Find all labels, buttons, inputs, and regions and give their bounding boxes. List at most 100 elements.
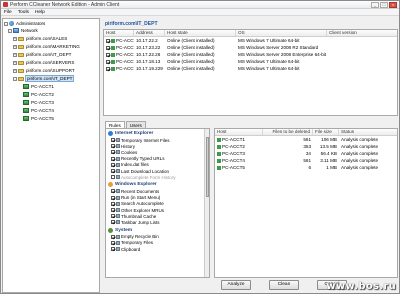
rule-checkbox[interactable] xyxy=(111,208,115,213)
rule-item-icon xyxy=(116,214,120,219)
collapse-icon[interactable]: - xyxy=(8,28,12,33)
tree-node-group[interactable]: + piriform.com\SUPPORT xyxy=(13,67,75,74)
rules-scrollbar[interactable] xyxy=(204,129,209,277)
rule-checkbox[interactable] xyxy=(111,150,115,155)
tree-node-computer[interactable]: PC-ACCT3 xyxy=(23,99,54,106)
folder-icon xyxy=(18,44,24,49)
hosts-table-header: Host Address Host state OS Client versio… xyxy=(104,30,397,37)
app-window: Perform CCleaner Network Edition - Admin… xyxy=(0,0,400,294)
tree-node-group[interactable]: + piriform.com\SERVERS xyxy=(13,59,74,66)
table-row[interactable]: PC-ACCT210.17.23.22 Online (Client instal… xyxy=(104,44,397,51)
rule-group-header[interactable]: Windows Explorer xyxy=(106,181,157,188)
row-checkbox[interactable] xyxy=(106,38,110,43)
rule-group-header[interactable]: System xyxy=(106,227,132,234)
column-header-status[interactable]: Status xyxy=(339,129,397,135)
column-header-host[interactable]: Host xyxy=(104,30,134,36)
maximize-button[interactable]: □ xyxy=(380,1,388,8)
os-cell: MS Windows 7 Ultimate 64-bit xyxy=(238,59,300,64)
window-title: Perform CCleaner Network Edition - Admin… xyxy=(10,1,120,8)
tree-node-network[interactable]: - Network xyxy=(8,27,38,34)
table-row[interactable]: PC-ACCT2 353 13.5 MB Analysis complete xyxy=(215,143,397,150)
tree-node-group[interactable]: + piriform.com\IT_DEPT xyxy=(13,51,71,58)
row-checkbox[interactable] xyxy=(106,52,110,57)
rule-checkbox[interactable] xyxy=(111,201,115,206)
column-header-host[interactable]: Host xyxy=(215,129,263,135)
row-checkbox[interactable] xyxy=(106,45,110,50)
rule-checkbox[interactable] xyxy=(111,220,115,225)
rule-checkbox[interactable] xyxy=(111,214,115,219)
row-checkbox[interactable] xyxy=(106,59,110,64)
column-header-address[interactable]: Address xyxy=(134,30,165,36)
tree-node-group[interactable]: + piriform.com\SALES xyxy=(13,35,67,42)
tree-node-computer[interactable]: PC-ACCT4 xyxy=(23,107,54,114)
tree-node-computer[interactable]: PC-ACCT2 xyxy=(23,91,54,98)
expand-icon[interactable]: + xyxy=(13,44,17,49)
column-header-file-size[interactable]: File size xyxy=(313,129,339,135)
files-cell: 561 xyxy=(303,137,311,142)
rule-checkbox[interactable] xyxy=(111,189,115,194)
menu-file[interactable]: File xyxy=(4,10,12,15)
hosts-table-body: PC-ACCT110.17.22.2 Online (Client install… xyxy=(104,37,397,72)
table-row[interactable]: PC-ACCT110.17.22.2 Online (Client install… xyxy=(104,37,397,44)
menu-bar: File Tools Help xyxy=(1,9,399,16)
rule-item-icon xyxy=(116,189,120,194)
rule-checkbox[interactable] xyxy=(111,240,115,245)
rule-checkbox[interactable] xyxy=(111,156,115,161)
column-header-os[interactable]: OS xyxy=(236,30,327,36)
rule-checkbox[interactable] xyxy=(111,169,115,174)
folder-icon xyxy=(18,52,24,57)
rule-checkbox[interactable] xyxy=(111,195,115,200)
rule-item-icon xyxy=(116,247,120,252)
column-header-client-version[interactable]: Client version xyxy=(327,30,397,36)
rule-checkbox[interactable] xyxy=(111,247,115,252)
computer-icon xyxy=(23,108,29,113)
tree-node-group[interactable]: + piriform.com\MARKETING xyxy=(13,43,80,50)
expand-icon[interactable]: + xyxy=(13,60,17,65)
analyze-button[interactable]: Analyze xyxy=(221,280,251,290)
tab-rules[interactable]: Rules xyxy=(105,121,125,128)
column-header-files[interactable]: Files to be deleted xyxy=(263,129,313,135)
rule-group-header[interactable]: Internet Explorer xyxy=(106,130,153,137)
status-cell: Analysis complete xyxy=(341,158,379,163)
rule-item-icon xyxy=(116,208,120,213)
menu-help[interactable]: Help xyxy=(35,10,45,15)
rule-checkbox[interactable] xyxy=(111,175,115,180)
rule-checkbox[interactable] xyxy=(111,162,115,167)
computer-icon xyxy=(217,165,221,170)
menu-tools[interactable]: Tools xyxy=(18,10,29,15)
tree-node-administrators[interactable]: - Administrators xyxy=(4,20,45,27)
rule-item[interactable]: Clipboard xyxy=(111,246,140,252)
table-row[interactable]: PC-ACCT410.17.18.13 Online (Client instal… xyxy=(104,58,397,65)
scrollbar-thumb[interactable] xyxy=(205,137,209,197)
column-header-host-state[interactable]: Host state xyxy=(165,30,236,36)
collapse-icon[interactable]: - xyxy=(4,21,8,26)
computer-icon xyxy=(111,38,115,43)
clean-button[interactable]: Clean xyxy=(269,280,299,290)
tree-node-group-selected[interactable]: - piriform.com\IT_DEPT xyxy=(13,75,75,82)
table-row[interactable]: PC-ACCT4 561 3.11 MB Analysis complete xyxy=(215,157,397,164)
expand-icon[interactable]: + xyxy=(13,68,17,73)
rule-item[interactable]: Taskbar Jump Lists xyxy=(111,219,160,225)
tab-users[interactable]: Users xyxy=(125,121,146,128)
row-checkbox[interactable] xyxy=(106,66,110,71)
rule-checkbox[interactable] xyxy=(111,234,115,239)
rule-item-icon xyxy=(116,220,120,225)
computer-icon xyxy=(111,45,115,50)
table-row[interactable]: PC-ACCT510.17.19.229 Online (Client insta… xyxy=(104,65,397,72)
tree-node-computer[interactable]: PC-ACCT1 xyxy=(23,83,54,90)
computer-icon xyxy=(23,92,29,97)
tree-node-computer[interactable]: PC-ACCT5 xyxy=(23,115,54,122)
rule-item[interactable]: Autocomplete Form History xyxy=(111,174,176,180)
collapse-icon[interactable]: - xyxy=(13,76,17,81)
close-button[interactable]: × xyxy=(389,1,397,8)
table-row[interactable]: PC-ACCT3 34 56.4 KB Analysis complete xyxy=(215,150,397,157)
table-row[interactable]: PC-ACCT310.17.22.26 Online (Client instal… xyxy=(104,51,397,58)
rule-item-icon xyxy=(116,201,120,206)
rule-checkbox[interactable] xyxy=(111,138,115,143)
minimize-button[interactable]: _ xyxy=(371,1,379,8)
expand-icon[interactable]: + xyxy=(13,36,17,41)
expand-icon[interactable]: + xyxy=(13,52,17,57)
table-row[interactable]: PC-ACCT5 6 1 MB Analysis complete xyxy=(215,164,397,171)
table-row[interactable]: PC-ACCT1 561 106 MB Analysis complete xyxy=(215,136,397,143)
rule-checkbox[interactable] xyxy=(111,144,115,149)
